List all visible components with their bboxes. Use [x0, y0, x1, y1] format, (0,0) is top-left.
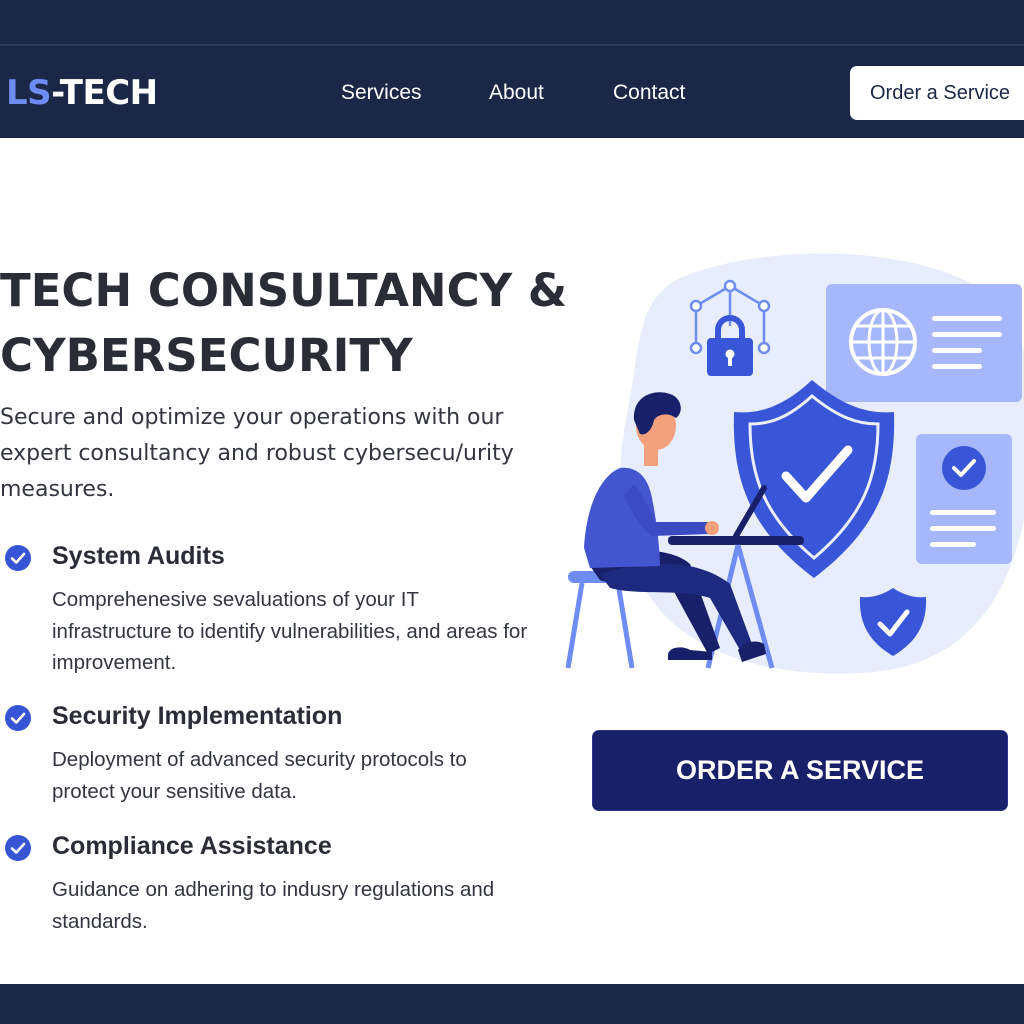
check-circle-icon: [5, 545, 31, 571]
check-circle-icon: [5, 835, 31, 861]
logo-rest: -TECH: [51, 73, 158, 113]
nav-link-services[interactable]: Services: [341, 81, 422, 105]
order-service-nav-button[interactable]: Order a Service: [850, 66, 1024, 120]
feature-system-audits: System Audits Comprehenesive sevaluation…: [0, 542, 560, 692]
logo-accent: LS: [6, 73, 52, 113]
feature-security-implementation: Security Implementation Deployment of ad…: [0, 702, 560, 822]
logo[interactable]: LS-TECH: [6, 73, 158, 113]
cybersecurity-illustration: [560, 248, 1024, 688]
top-strip: [0, 0, 1024, 46]
feature-compliance-assistance: Compliance Assistance Guidance on adheri…: [0, 832, 560, 952]
feature-title: Compliance Assistance: [52, 832, 332, 860]
nav-link-about[interactable]: About: [489, 81, 544, 105]
navbar: LS-TECH Services About Contact Order a S…: [0, 48, 1024, 138]
hero-title-line1: TECH CONSULTANCY &: [0, 264, 568, 317]
check-circle-icon: [5, 705, 31, 731]
globe-card-icon: [826, 284, 1022, 402]
hero-subtitle: Secure and optimize your operations with…: [0, 405, 514, 502]
feature-title: Security Implementation: [52, 702, 343, 730]
nav-link-contact[interactable]: Contact: [613, 81, 685, 105]
feature-description: Guidance on adhering to indusry regulati…: [52, 878, 495, 933]
document-check-icon: [916, 434, 1012, 564]
feature-description: Comprehenesive sevaluations of your IT i…: [52, 588, 528, 674]
feature-description: Deployment of advanced security protocol…: [52, 748, 467, 803]
order-service-cta-button[interactable]: ORDER A SERVICE: [592, 730, 1008, 811]
hero-title: TECH CONSULTANCY & CYBERSECURITY: [0, 258, 590, 388]
feature-title: System Audits: [52, 542, 225, 570]
hero-title-line2: CYBERSECURITY: [0, 329, 413, 382]
main-content: TECH CONSULTANCY & CYBERSECURITY Secure …: [0, 138, 1024, 984]
footer: [0, 984, 1024, 1024]
